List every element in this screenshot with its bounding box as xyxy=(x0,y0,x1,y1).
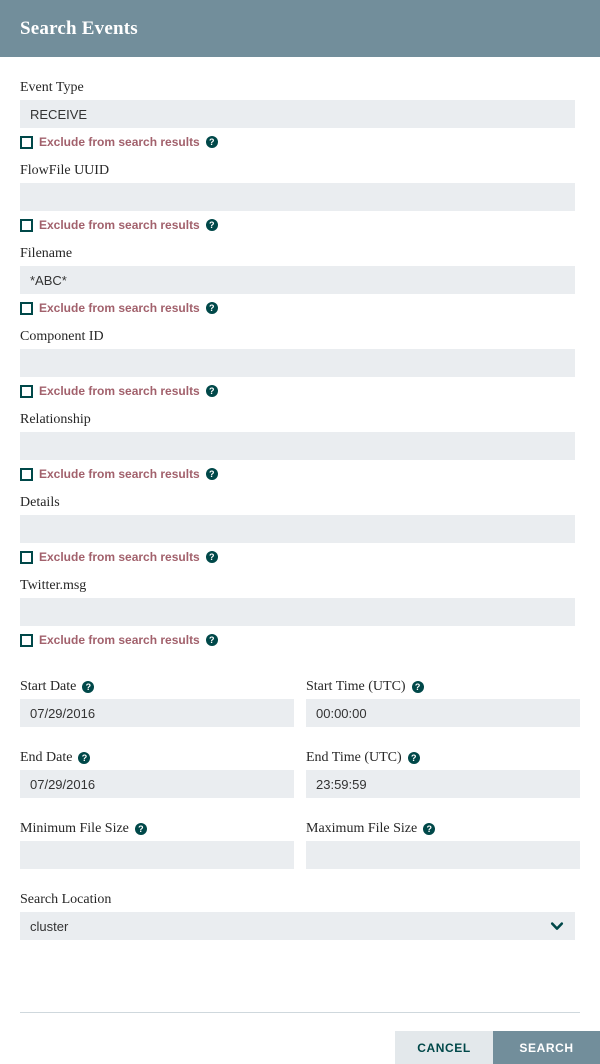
exclude-label-component-id: Exclude from search results xyxy=(39,385,200,398)
row-file-size: Minimum File Size ? Maximum File Size ? xyxy=(20,820,580,881)
input-event-type[interactable]: RECEIVE xyxy=(20,100,575,128)
label-relationship: Relationship xyxy=(20,411,580,428)
row-start-datetime: Start Date ? 07/29/2016 Start Time (UTC)… xyxy=(20,678,580,739)
exclude-row-details[interactable]: Exclude from search results ? xyxy=(20,549,580,565)
label-search-location: Search Location xyxy=(20,891,580,908)
label-end-date-text: End Date xyxy=(20,749,72,766)
label-start-time-text: Start Time (UTC) xyxy=(306,678,406,695)
label-flowfile-uuid: FlowFile UUID xyxy=(20,162,580,179)
label-min-file-size-text: Minimum File Size xyxy=(20,820,129,837)
exclude-row-flowfile-uuid[interactable]: Exclude from search results ? xyxy=(20,217,580,233)
label-min-file-size: Minimum File Size ? xyxy=(20,820,294,837)
input-end-date[interactable]: 07/29/2016 xyxy=(20,770,294,798)
help-icon[interactable]: ? xyxy=(135,823,147,835)
label-end-time-text: End Time (UTC) xyxy=(306,749,402,766)
label-start-time: Start Time (UTC) ? xyxy=(306,678,580,695)
exclude-label-flowfile-uuid: Exclude from search results xyxy=(39,219,200,232)
label-end-date: End Date ? xyxy=(20,749,294,766)
chevron-down-icon[interactable] xyxy=(549,918,565,934)
field-start-date: Start Date ? 07/29/2016 xyxy=(20,678,294,727)
input-start-date[interactable]: 07/29/2016 xyxy=(20,699,294,727)
help-icon[interactable]: ? xyxy=(82,681,94,693)
footer-divider xyxy=(20,1012,580,1013)
label-event-type: Event Type xyxy=(20,79,580,96)
exclude-label-twitter-msg: Exclude from search results xyxy=(39,634,200,647)
exclude-checkbox-event-type[interactable] xyxy=(20,136,33,149)
input-min-file-size[interactable] xyxy=(20,841,294,869)
field-event-type: Event Type RECEIVE Exclude from search r… xyxy=(20,79,580,150)
exclude-label-event-type: Exclude from search results xyxy=(39,136,200,149)
exclude-row-twitter-msg[interactable]: Exclude from search results ? xyxy=(20,632,580,648)
help-icon[interactable]: ? xyxy=(412,681,424,693)
label-details: Details xyxy=(20,494,580,511)
exclude-checkbox-component-id[interactable] xyxy=(20,385,33,398)
exclude-row-component-id[interactable]: Exclude from search results ? xyxy=(20,383,580,399)
input-twitter-msg[interactable] xyxy=(20,598,575,626)
field-twitter-msg: Twitter.msg Exclude from search results … xyxy=(20,577,580,648)
help-icon[interactable]: ? xyxy=(78,752,90,764)
exclude-checkbox-filename[interactable] xyxy=(20,302,33,315)
select-search-location[interactable]: cluster xyxy=(20,912,575,940)
label-twitter-msg: Twitter.msg xyxy=(20,577,580,594)
dialog-header: Search Events xyxy=(0,0,600,57)
exclude-label-relationship: Exclude from search results xyxy=(39,468,200,481)
label-max-file-size: Maximum File Size ? xyxy=(306,820,580,837)
input-flowfile-uuid[interactable] xyxy=(20,183,575,211)
field-search-location: Search Location cluster xyxy=(20,891,580,940)
input-relationship[interactable] xyxy=(20,432,575,460)
exclude-checkbox-details[interactable] xyxy=(20,551,33,564)
field-flowfile-uuid: FlowFile UUID Exclude from search result… xyxy=(20,162,580,233)
exclude-row-event-type[interactable]: Exclude from search results ? xyxy=(20,134,580,150)
input-component-id[interactable] xyxy=(20,349,575,377)
exclude-row-relationship[interactable]: Exclude from search results ? xyxy=(20,466,580,482)
help-icon[interactable]: ? xyxy=(206,634,218,646)
field-component-id: Component ID Exclude from search results… xyxy=(20,328,580,399)
help-icon[interactable]: ? xyxy=(408,752,420,764)
dialog-footer: CANCEL SEARCH xyxy=(0,1031,600,1064)
page-title: Search Events xyxy=(20,18,138,40)
label-filename: Filename xyxy=(20,245,580,262)
field-details: Details Exclude from search results ? xyxy=(20,494,580,565)
label-start-date-text: Start Date xyxy=(20,678,76,695)
cancel-button[interactable]: CANCEL xyxy=(395,1031,493,1064)
field-relationship: Relationship Exclude from search results… xyxy=(20,411,580,482)
field-start-time: Start Time (UTC) ? 00:00:00 xyxy=(306,678,580,727)
help-icon[interactable]: ? xyxy=(206,551,218,563)
exclude-checkbox-twitter-msg[interactable] xyxy=(20,634,33,647)
row-end-datetime: End Date ? 07/29/2016 End Time (UTC) ? 2… xyxy=(20,749,580,810)
input-max-file-size[interactable] xyxy=(306,841,580,869)
exclude-label-filename: Exclude from search results xyxy=(39,302,200,315)
help-icon[interactable]: ? xyxy=(206,219,218,231)
help-icon[interactable]: ? xyxy=(206,385,218,397)
input-start-time[interactable]: 00:00:00 xyxy=(306,699,580,727)
label-start-date: Start Date ? xyxy=(20,678,294,695)
exclude-row-filename[interactable]: Exclude from search results ? xyxy=(20,300,580,316)
label-component-id: Component ID xyxy=(20,328,580,345)
help-icon[interactable]: ? xyxy=(423,823,435,835)
input-end-time[interactable]: 23:59:59 xyxy=(306,770,580,798)
help-icon[interactable]: ? xyxy=(206,302,218,314)
select-search-location-value: cluster xyxy=(30,919,68,934)
field-end-date: End Date ? 07/29/2016 xyxy=(20,749,294,798)
field-filename: Filename *ABC* Exclude from search resul… xyxy=(20,245,580,316)
label-max-file-size-text: Maximum File Size xyxy=(306,820,417,837)
exclude-label-details: Exclude from search results xyxy=(39,551,200,564)
help-icon[interactable]: ? xyxy=(206,468,218,480)
field-end-time: End Time (UTC) ? 23:59:59 xyxy=(306,749,580,798)
input-filename[interactable]: *ABC* xyxy=(20,266,575,294)
exclude-checkbox-relationship[interactable] xyxy=(20,468,33,481)
label-end-time: End Time (UTC) ? xyxy=(306,749,580,766)
dialog-body: Event Type RECEIVE Exclude from search r… xyxy=(0,57,600,1012)
exclude-checkbox-flowfile-uuid[interactable] xyxy=(20,219,33,232)
field-max-file-size: Maximum File Size ? xyxy=(306,820,580,869)
field-min-file-size: Minimum File Size ? xyxy=(20,820,294,869)
search-button[interactable]: SEARCH xyxy=(493,1031,600,1064)
search-events-dialog: Search Events Event Type RECEIVE Exclude… xyxy=(0,0,600,1064)
help-icon[interactable]: ? xyxy=(206,136,218,148)
input-details[interactable] xyxy=(20,515,575,543)
